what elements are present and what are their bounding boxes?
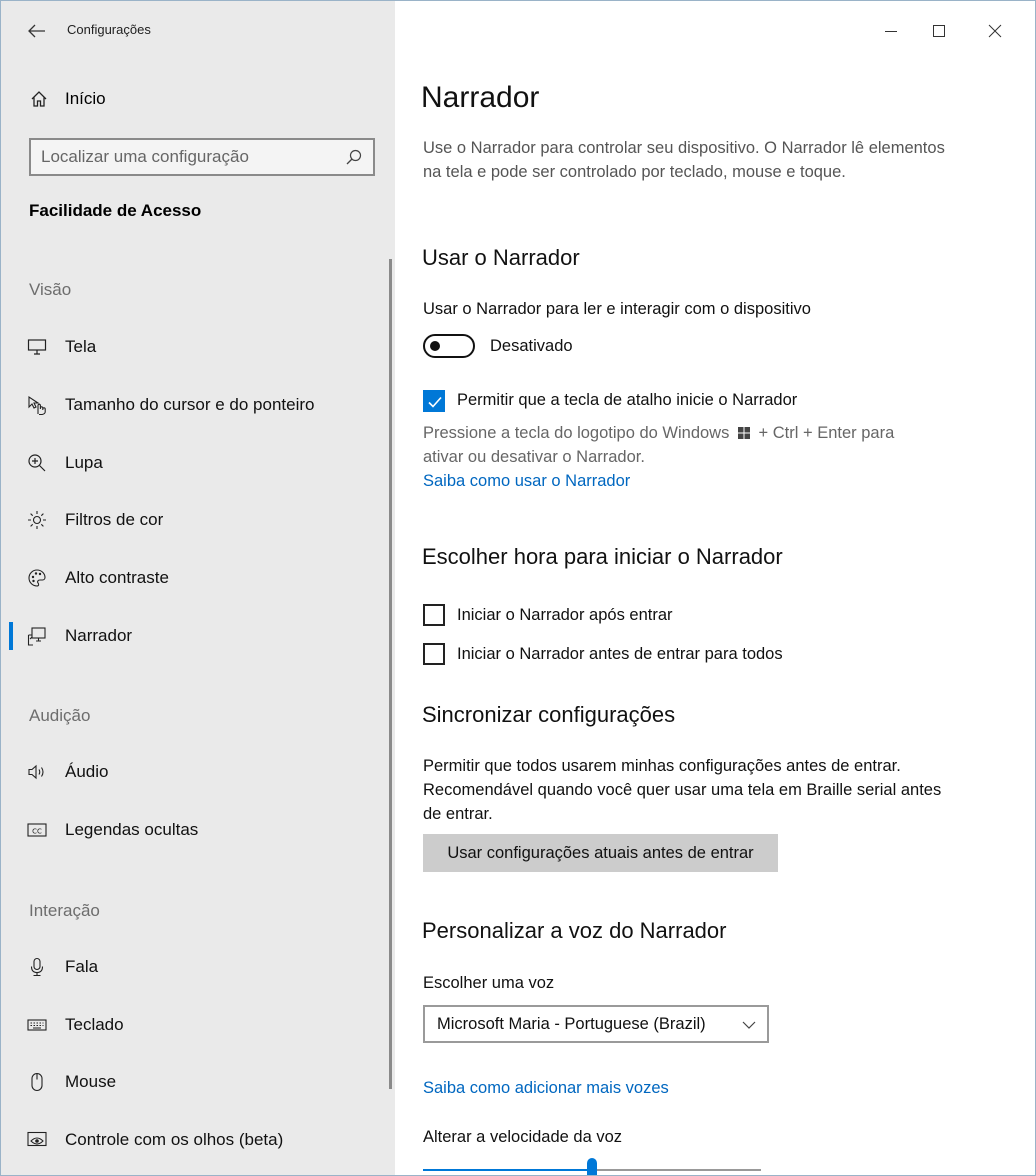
choose-voice-label: Escolher uma voz [423, 974, 555, 992]
add-voices-link[interactable]: Saiba como adicionar mais vozes [423, 1079, 669, 1098]
voice-heading: Personalizar a voz do Narrador [422, 918, 727, 943]
sidebar-item-label: Áudio [65, 762, 109, 781]
sidebar-item-label: Mouse [65, 1072, 117, 1091]
sidebar-item-audio[interactable]: Áudio [1, 750, 395, 794]
maximize-icon[interactable] [923, 15, 955, 47]
microphone-icon [27, 957, 47, 977]
sync-description: Permitir que todos usarem minhas configu… [423, 757, 942, 823]
sidebar-item-label: Tamanho do cursor e do ponteiro [65, 395, 315, 414]
home-icon [29, 89, 49, 109]
sidebar-item-contraste[interactable]: Alto contraste [1, 556, 395, 600]
sidebar-item-olhos[interactable]: Controle com os olhos (beta) [1, 1118, 395, 1162]
sidebar-item-lupa[interactable]: Lupa [1, 441, 395, 485]
search-input[interactable] [41, 146, 331, 168]
narrator-toggle-caption: Usar o Narrador para ler e interagir com… [423, 300, 811, 318]
sidebar-scrollbar[interactable] [389, 259, 392, 1089]
app-title: Configurações [67, 22, 151, 37]
brightness-icon [27, 510, 47, 530]
shortcut-hint-line2: ativar ou desativar o Narrador. [423, 448, 645, 466]
use-current-settings-button[interactable]: Usar configurações atuais antes de entra… [423, 834, 778, 872]
sidebar-item-label: Lupa [65, 453, 103, 472]
sidebar-item-cursor[interactable]: Tamanho do cursor e do ponteiro [1, 383, 395, 427]
window-controls [875, 1, 1035, 61]
voice-select[interactable]: Microsoft Maria - Portuguese (Brazil) [423, 1005, 769, 1043]
sidebar-item-label: Tela [65, 337, 97, 356]
narrator-toggle-state: Desativado [490, 337, 573, 355]
shortcut-hint-text: + Ctrl + Enter para [758, 424, 895, 442]
start-before-signin-checkbox[interactable] [423, 643, 445, 665]
minimize-icon[interactable] [875, 15, 907, 47]
sidebar-item-label: Alto contraste [65, 568, 169, 587]
sidebar-item-label: Início [65, 89, 106, 108]
group-label-interaction: Interação [29, 901, 100, 920]
page-description: Use o Narrador para controlar seu dispos… [423, 139, 945, 181]
start-after-signin-checkbox[interactable] [423, 604, 445, 626]
sync-settings-heading: Sincronizar configurações [422, 702, 676, 727]
cursor-pointer-icon [27, 395, 47, 415]
start-before-signin-label: Iniciar o Narrador antes de entrar para … [457, 645, 783, 663]
sidebar-item-fala[interactable]: Fala [1, 945, 395, 989]
magnifier-icon [27, 453, 47, 473]
shortcut-checkbox-label: Permitir que a tecla de atalho inicie o … [457, 391, 798, 409]
use-narrator-heading: Usar o Narrador [422, 245, 580, 270]
eye-control-icon [27, 1130, 47, 1150]
sidebar-item-tela[interactable]: Tela [1, 325, 395, 369]
sidebar-item-legendas[interactable]: CC Legendas ocultas [1, 808, 395, 852]
svg-text:CC: CC [32, 828, 42, 836]
narrator-toggle[interactable] [423, 334, 475, 358]
speaker-icon [27, 762, 47, 782]
sidebar-item-label: Narrador [65, 626, 133, 645]
shortcut-hint: Pressione a tecla do logotipo do Windows… [423, 424, 894, 444]
search-box[interactable] [29, 138, 375, 176]
close-icon[interactable] [979, 15, 1011, 47]
start-after-signin-label: Iniciar o Narrador após entrar [457, 606, 673, 624]
sidebar-item-filtros[interactable]: Filtros de cor [1, 498, 395, 542]
search-icon[interactable] [345, 148, 363, 166]
voice-select-value: Microsoft Maria - Portuguese (Brazil) [437, 1015, 706, 1033]
sidebar-item-label: Teclado [65, 1015, 124, 1034]
sidebar-item-narrador[interactable]: Narrador [1, 614, 395, 658]
page-title: Narrador [421, 81, 540, 114]
sidebar-item-label: Legendas ocultas [65, 820, 199, 839]
start-time-heading: Escolher hora para iniciar o Narrador [422, 544, 783, 569]
shortcut-checkbox[interactable] [423, 390, 445, 412]
sidebar-item-label: Fala [65, 957, 99, 976]
monitor-icon [27, 337, 47, 357]
sidebar-item-label: Filtros de cor [65, 510, 164, 529]
chevron-down-icon [741, 1017, 757, 1033]
voice-speed-slider-thumb[interactable] [587, 1158, 597, 1175]
title-bar: Configurações [1, 1, 395, 61]
narrator-icon [27, 626, 47, 646]
sidebar-item-teclado[interactable]: Teclado [1, 1003, 395, 1047]
back-arrow-icon[interactable] [23, 19, 51, 43]
closed-captions-icon: CC [27, 820, 47, 840]
sidebar-item-label: Controle com os olhos (beta) [65, 1130, 284, 1149]
palette-icon [27, 568, 47, 588]
settings-window: Configurações Início Facilidade de Acess… [0, 0, 1036, 1176]
section-heading: Facilidade de Acesso [29, 201, 202, 220]
voice-speed-slider-fill [423, 1169, 592, 1171]
windows-logo-icon [737, 425, 750, 444]
group-label-hearing: Audição [29, 706, 91, 725]
learn-narrator-link[interactable]: Saiba como usar o Narrador [423, 472, 630, 491]
voice-speed-label: Alterar a velocidade da voz [423, 1128, 623, 1146]
main-content: Narrador Use o Narrador para controlar s… [395, 1, 1035, 1175]
shortcut-hint-text: Pressione a tecla do logotipo do Windows [423, 424, 730, 442]
sidebar-item-mouse[interactable]: Mouse [1, 1060, 395, 1104]
mouse-icon [27, 1072, 47, 1092]
sidebar: Configurações Início Facilidade de Acess… [1, 1, 395, 1175]
keyboard-icon [27, 1015, 47, 1035]
group-label-vision: Visão [29, 280, 72, 299]
sidebar-item-home[interactable]: Início [1, 79, 395, 119]
toggle-knob [430, 341, 440, 351]
